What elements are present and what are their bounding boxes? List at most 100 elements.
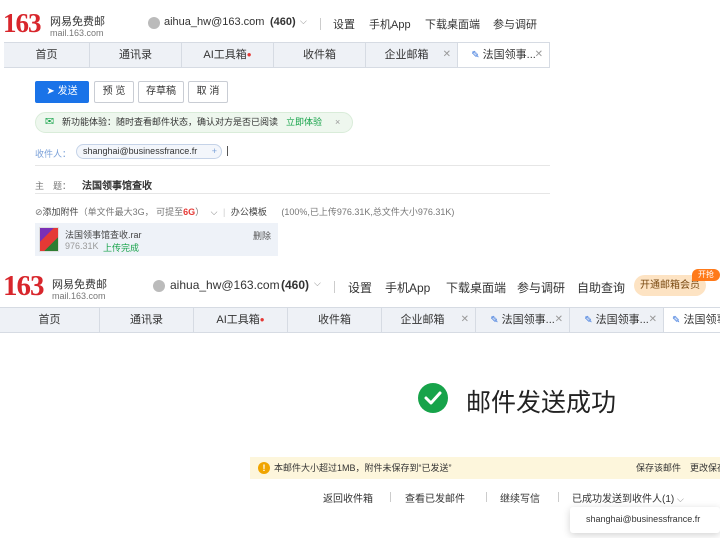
back-to-inbox-link[interactable]: 返回收件箱 [323, 490, 373, 505]
view-sent-link[interactable]: 查看已发邮件 [405, 490, 465, 505]
tab-home[interactable]: 首页 [0, 308, 100, 332]
logo-subtitle: mail.163.com [50, 28, 104, 38]
logo[interactable]: 163 网易免费邮 mail.163.com [3, 9, 113, 41]
tab-ai-tools[interactable]: AI工具箱● [182, 43, 274, 67]
tab-label: 企业邮箱 [384, 49, 429, 61]
nav-self-service[interactable]: 自助查询 [577, 279, 625, 296]
text-cursor [227, 146, 228, 156]
close-icon[interactable]: ✕ [461, 308, 469, 332]
cancel-button[interactable]: 取 消 [188, 81, 228, 103]
tab-label: 首页 [35, 49, 58, 61]
logo-subtitle: mail.163.com [52, 291, 106, 301]
divider [320, 18, 321, 30]
tab-label: 收件箱 [303, 49, 336, 61]
feature-banner: ✉ 新功能体验：随时查看邮件状态，确认对方是否已阅读 立即体验 × [35, 112, 353, 133]
tab-inbox[interactable]: 收件箱 [274, 43, 366, 67]
vip-label: 开通邮箱会员 [640, 280, 700, 291]
tab-enterprise[interactable]: 企业邮箱 ✕ [366, 43, 458, 67]
edit-icon: ✎ [490, 315, 499, 326]
tab-enterprise[interactable]: 企业邮箱 ✕ [382, 308, 476, 332]
attachment-status: 上传完成 [103, 243, 140, 253]
feature-link[interactable]: 立即体验 [286, 113, 322, 132]
recipient-email[interactable]: shanghai@businessfrance.fr [586, 514, 700, 524]
tab-label: 法国领事... [482, 49, 536, 61]
sent-to-recipients-dropdown[interactable]: 已成功发送到收件人(1) ⌵ [572, 490, 684, 505]
preview-button[interactable]: 预 览 [94, 81, 134, 103]
chevron-down-icon: ⌵ [677, 494, 684, 504]
hot-badge: 开抢 [692, 269, 720, 281]
tab-bar: 首页 通讯录 AI工具箱● 收件箱 企业邮箱 ✕ ✎ 法国领事... ✕ ✎ 法国领… [0, 307, 720, 333]
nav-settings[interactable]: 设置 [333, 16, 355, 32]
tab-label: 首页 [38, 314, 61, 326]
avatar [153, 280, 165, 292]
logo[interactable]: 163 网易免费邮 mail.163.com [3, 271, 118, 305]
warning-icon: ! [258, 462, 270, 474]
tab-label: 收件箱 [318, 314, 351, 326]
tab-contacts[interactable]: 通讯录 [90, 43, 182, 67]
chevron-down-icon[interactable]: ⌵ [211, 207, 218, 217]
nav-mobile-app[interactable]: 手机App [385, 279, 430, 296]
chevron-down-icon: ⌵ [314, 278, 321, 288]
save-draft-button[interactable]: 存草稿 [138, 81, 184, 103]
tab-label: AI工具箱 [203, 49, 247, 61]
divider [35, 193, 550, 194]
tab-label: 通讯录 [130, 314, 163, 326]
add-attachment-link[interactable]: 添加附件 [43, 207, 79, 217]
subject-input[interactable]: 法国领事馆查收 [82, 177, 152, 192]
tab-home[interactable]: 首页 [4, 43, 90, 67]
tab-inbox[interactable]: 收件箱 [288, 308, 382, 332]
tab-bar: 首页 通讯录 AI工具箱● 收件箱 企业邮箱 ✕ ✎ 法国领事... ✕ [4, 42, 550, 68]
success-title: 邮件发送成功 [466, 389, 617, 417]
continue-writing-link[interactable]: 继续写信 [500, 490, 540, 505]
notice-bar: ! 本邮件大小超过1MB，附件未保存到“已发送” 保存该邮件 更改保存 [250, 457, 720, 479]
nav-survey[interactable]: 参与调研 [517, 279, 565, 296]
recipient-chip[interactable]: shanghai@businessfrance.fr + [76, 144, 222, 159]
nav-desktop[interactable]: 下载桌面端 [446, 279, 506, 296]
paperclip-icon: ⊘ [35, 207, 43, 217]
change-save-link[interactable]: 更改保存 [690, 457, 720, 479]
nav-mobile-app[interactable]: 手机App [369, 16, 411, 32]
nav-desktop[interactable]: 下载桌面端 [425, 16, 480, 32]
tab-compose-3[interactable]: ✎ 法国领事 [664, 308, 720, 332]
add-recipient-icon[interactable]: + [212, 145, 217, 158]
tab-compose-2[interactable]: ✎ 法国领事... ✕ [570, 308, 664, 332]
close-icon[interactable]: ✕ [443, 43, 451, 67]
attachment-toolbar: ⊘添加附件（单文件最大3G， 可提至6G） ⌵ | 办公模板 (100%,已上传… [35, 205, 454, 217]
tab-label: 法国领事 [683, 314, 720, 326]
feature-text: 新功能体验：随时查看邮件状态，确认对方是否已阅读 [62, 117, 279, 127]
send-label: 发送 [57, 86, 78, 97]
close-icon[interactable]: ✕ [649, 308, 657, 332]
chevron-down-icon: ⌵ [300, 16, 307, 26]
account-email: aihua_hw@163.com [164, 16, 265, 28]
divider [35, 165, 550, 166]
divider [486, 492, 487, 502]
recipient-dropdown-menu: shanghai@businessfrance.fr [570, 507, 720, 533]
nav-settings[interactable]: 设置 [348, 279, 372, 296]
attachment-filename[interactable]: 法国领事馆查收.rar [65, 228, 142, 241]
tab-compose[interactable]: ✎ 法国领事... ✕ [458, 43, 550, 67]
tab-contacts[interactable]: 通讯录 [100, 308, 194, 332]
divider: | [222, 207, 226, 217]
save-mail-link[interactable]: 保存该邮件 [636, 457, 681, 479]
unread-count: (460) [281, 278, 310, 292]
nav-survey[interactable]: 参与调研 [493, 16, 537, 32]
tab-label: 法国领事... [595, 314, 649, 326]
delete-attachment-link[interactable]: 删除 [253, 229, 271, 242]
bottom-panel: 163 网易免费邮 mail.163.com aihua_hw@163.com … [0, 265, 720, 538]
divider [390, 492, 391, 502]
logo-title: 网易免费邮 [52, 279, 107, 291]
attachment-size: 976.31K [65, 241, 99, 251]
tab-label: AI工具箱 [216, 314, 260, 326]
red-dot-icon: ● [259, 315, 265, 324]
close-icon[interactable]: ✕ [535, 43, 543, 67]
subject-label: 主 题： [35, 181, 72, 191]
close-icon[interactable]: × [335, 113, 340, 132]
office-templates-link[interactable]: 办公模板 [231, 207, 267, 217]
send-button[interactable]: ➤ 发送 [35, 81, 89, 103]
avatar [148, 17, 160, 29]
sent-to-label: 已成功发送到收件人(1) [572, 494, 675, 505]
close-icon[interactable]: ✕ [555, 308, 563, 332]
tab-ai-tools[interactable]: AI工具箱● [194, 308, 288, 332]
edit-icon: ✎ [584, 315, 593, 326]
tab-compose-1[interactable]: ✎ 法国领事... ✕ [476, 308, 570, 332]
